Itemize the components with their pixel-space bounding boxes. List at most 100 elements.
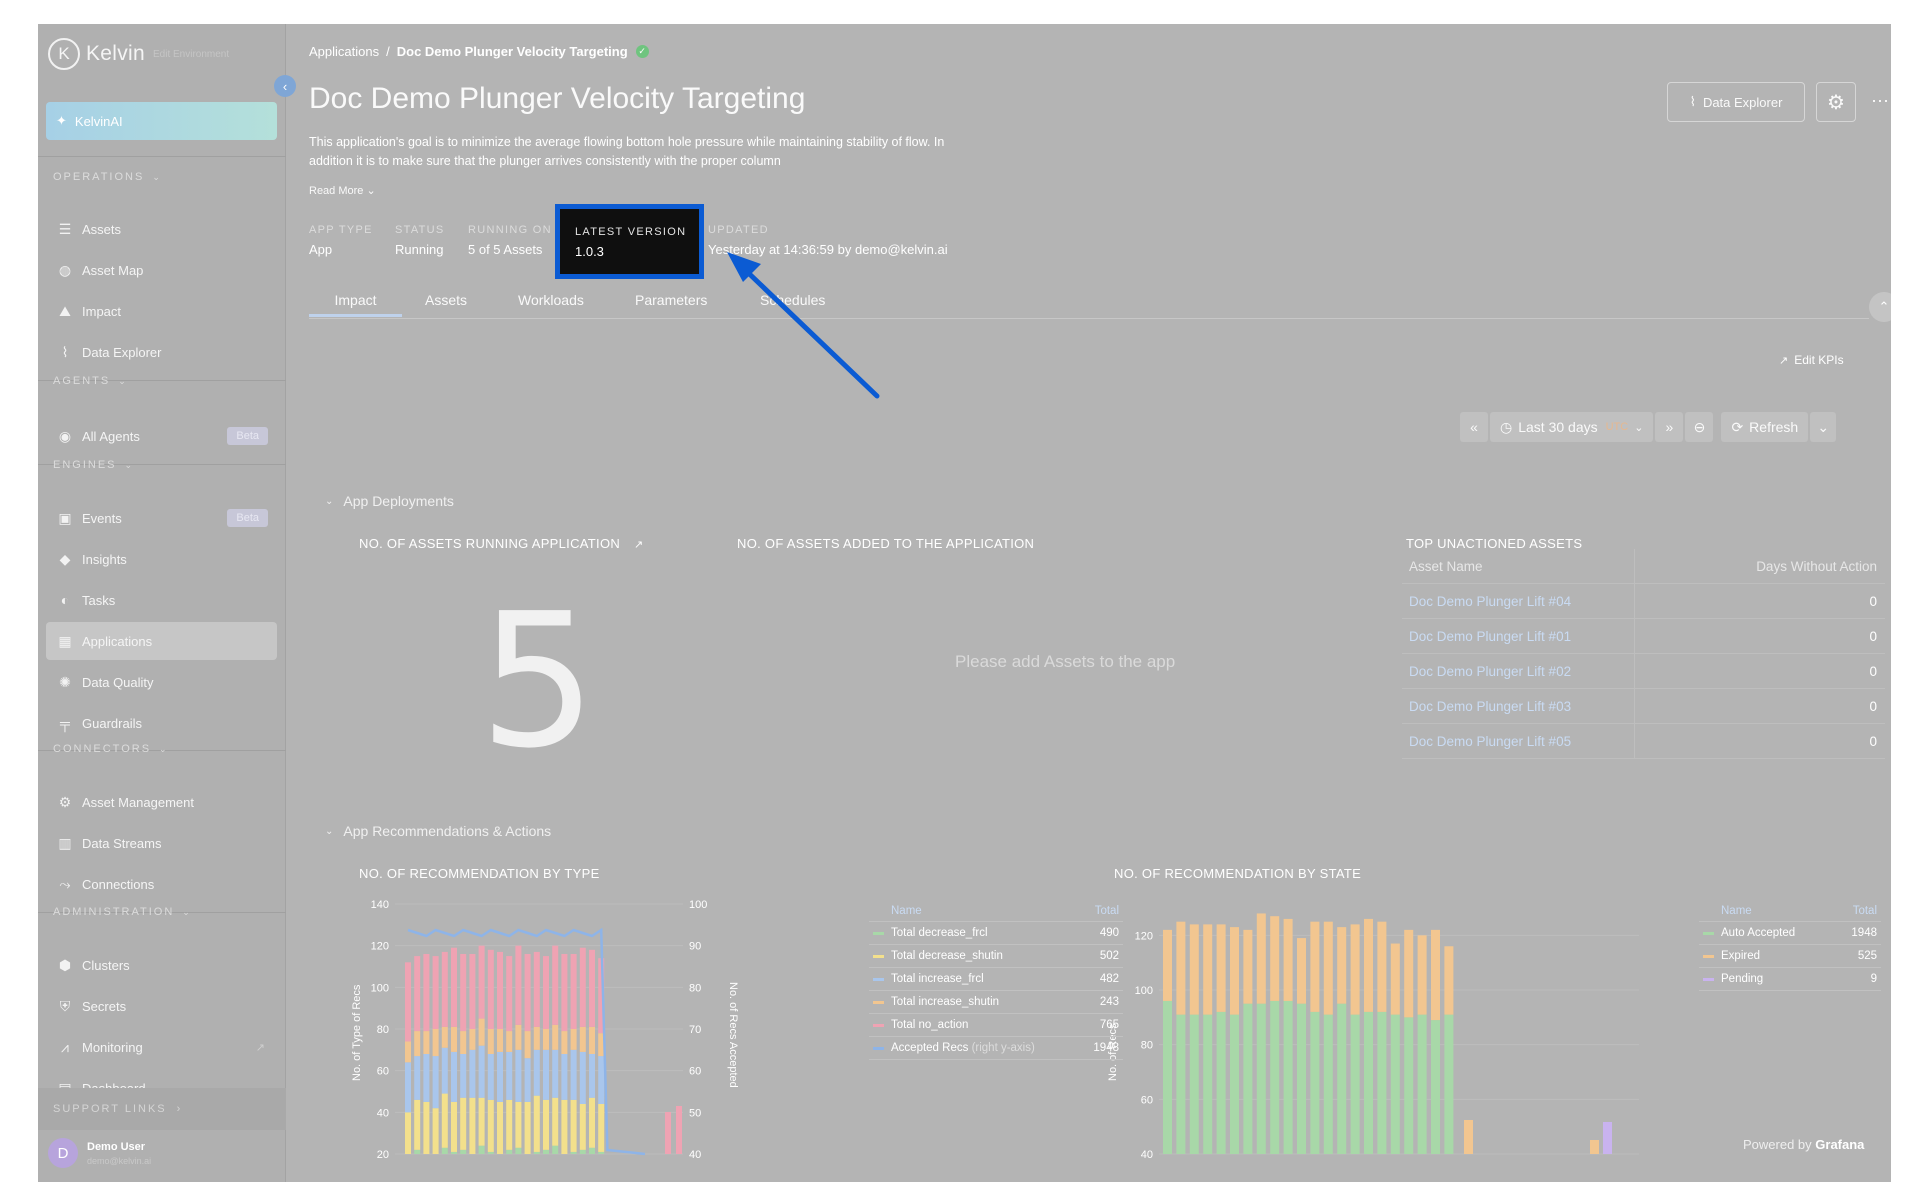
sidebar-item-all-agents[interactable]: ◉ All Agents Beta xyxy=(46,417,277,455)
y-tick-label: 80 xyxy=(1141,1040,1153,1052)
legend-item[interactable]: Total decrease_frcl 490 xyxy=(869,922,1123,945)
tab-workloads[interactable]: Workloads xyxy=(518,292,584,314)
read-more-toggle[interactable]: Read More ⌄ xyxy=(309,184,376,197)
kelvin-logo-icon: K xyxy=(48,38,80,70)
main-content: Applications / Doc Demo Plunger Velocity… xyxy=(309,24,1891,1182)
edit-kpis-button[interactable]: ↗ Edit KPIs xyxy=(1779,353,1844,367)
tab-assets[interactable]: Assets xyxy=(425,292,467,314)
collapse-header-button[interactable]: ⌃ xyxy=(1869,292,1891,322)
sidebar-item-tasks[interactable]: ◐ Tasks xyxy=(46,581,277,619)
section-connectors[interactable]: CONNECTORS ⌄ xyxy=(53,743,167,755)
bar-segment xyxy=(524,1058,531,1102)
refresh-interval-dropdown[interactable]: ⌄ xyxy=(1810,412,1837,442)
sidebar-item-data-streams[interactable]: ▥ Data Streams xyxy=(46,824,277,862)
legend-item[interactable]: Total increase_frcl 482 xyxy=(869,968,1123,991)
shift-back-button[interactable]: « xyxy=(1460,412,1488,442)
bar-segment xyxy=(1310,1011,1320,1154)
sidebar-item-asset-map[interactable]: ◍ Asset Map xyxy=(46,251,277,289)
sidebar-item-secrets[interactable]: ⛨ Secrets xyxy=(46,987,277,1025)
agent-icon: ◉ xyxy=(58,427,72,444)
avatar: D xyxy=(48,1138,78,1168)
sidebar-item-label: Data Streams xyxy=(82,835,162,851)
sidebar-item-monitoring[interactable]: ⩘ Monitoring ↗ xyxy=(46,1028,277,1066)
legend-header-total[interactable]: Total xyxy=(1095,905,1123,917)
panel-title-text: NO. OF ASSETS RUNNING APPLICATION xyxy=(359,536,621,551)
collapse-sidebar-button[interactable]: ‹ xyxy=(274,75,296,97)
sidebar-item-insights[interactable]: ◆ Insights xyxy=(46,540,277,578)
section-label: CONNECTORS xyxy=(53,743,152,755)
refresh-button[interactable]: ⟳ Refresh xyxy=(1721,412,1809,442)
kelvinai-button[interactable]: ✦ KelvinAI xyxy=(46,102,277,140)
legend-item[interactable]: Total decrease_shutin 502 xyxy=(869,945,1123,968)
sidebar-item-applications[interactable]: ▦ Applications xyxy=(46,622,277,660)
bar-segment xyxy=(460,1149,467,1154)
asset-link[interactable]: Doc Demo Plunger Lift #05 xyxy=(1409,734,1571,749)
beta-badge: Beta xyxy=(227,509,268,527)
legend-item[interactable]: Total no_action 765 xyxy=(869,1014,1123,1037)
legend-item[interactable]: Auto Accepted 1948 xyxy=(1699,922,1881,945)
bar-segment xyxy=(506,1149,513,1154)
legend-item[interactable]: Expired 525 xyxy=(1699,945,1881,968)
row-app-deployments[interactable]: ⌄ App Deployments xyxy=(325,493,454,509)
more-options-button[interactable]: ⋯ xyxy=(1869,90,1891,112)
bar-segment xyxy=(441,1147,448,1154)
sidebar-item-data-explorer[interactable]: ⌇ Data Explorer xyxy=(46,333,277,371)
asset-link[interactable]: Doc Demo Plunger Lift #02 xyxy=(1409,664,1571,679)
sidebar-item-data-quality[interactable]: ✺ Data Quality xyxy=(46,663,277,701)
sidebar-item-events[interactable]: ▣ Events Beta xyxy=(46,499,277,537)
sidebar-item-assets[interactable]: ☰ Assets xyxy=(46,210,277,248)
column-header-days[interactable]: Days Without Action xyxy=(1635,559,1885,574)
sidebar-item-asset-management[interactable]: ⚙ Asset Management xyxy=(46,783,277,821)
section-engines[interactable]: ENGINES ⌄ xyxy=(53,459,132,471)
sparkle-icon: ✦ xyxy=(56,113,67,128)
section-administration[interactable]: ADMINISTRATION ⌄ xyxy=(53,906,190,918)
bar-segment xyxy=(515,1049,522,1102)
row-app-recommendations[interactable]: ⌄ App Recommendations & Actions xyxy=(325,823,551,839)
tab-schedules[interactable]: Schedules xyxy=(760,292,825,314)
bar-segment xyxy=(441,1047,448,1094)
support-links[interactable]: SUPPORT LINKS › xyxy=(38,1088,286,1130)
shift-forward-button[interactable]: » xyxy=(1655,412,1684,442)
section-agents[interactable]: AGENTS ⌄ xyxy=(53,375,126,387)
data-explorer-button[interactable]: ⌇ Data Explorer xyxy=(1667,82,1805,122)
asset-link[interactable]: Doc Demo Plunger Lift #04 xyxy=(1409,594,1571,609)
time-range-picker[interactable]: ◷ Last 30 days UTC ⌄ xyxy=(1490,412,1654,442)
legend-item[interactable]: Accepted Recs (right y-axis) 1948 xyxy=(869,1037,1123,1060)
legend-item[interactable]: Total increase_shutin 243 xyxy=(869,991,1123,1014)
sidebar-item-guardrails[interactable]: ╤ Guardrails xyxy=(46,704,277,742)
asset-link[interactable]: Doc Demo Plunger Lift #01 xyxy=(1409,629,1571,644)
settings-button[interactable]: ⚙ xyxy=(1816,82,1856,122)
read-more-label: Read More xyxy=(309,185,364,197)
sidebar-item-connections[interactable]: ⤳ Connections xyxy=(46,865,277,903)
external-link-icon: ↗ xyxy=(255,1041,265,1054)
tab-impact[interactable]: Impact xyxy=(309,292,402,317)
legend-header-name[interactable]: Name xyxy=(1699,905,1853,917)
powered-by-grafana[interactable]: Powered by Grafana xyxy=(1743,1137,1864,1152)
legend-header-total[interactable]: Total xyxy=(1853,905,1881,917)
user-menu[interactable]: D Demo User demo@kelvin.ai xyxy=(48,1138,151,1168)
meta-value: Running xyxy=(395,242,444,257)
chart-recs-by-type[interactable]: 20 40 60 80 100 120 140 40 50 60 70 80 90 100 xyxy=(371,896,707,1158)
bar-segment xyxy=(460,954,467,1032)
bar-chart-icon: ▥ xyxy=(58,834,72,851)
legend-header-name[interactable]: Name xyxy=(869,905,1095,917)
asset-link[interactable]: Doc Demo Plunger Lift #03 xyxy=(1409,699,1571,714)
column-header-asset-name[interactable]: Asset Name xyxy=(1402,548,1635,584)
chart-recs-by-state[interactable]: 40 60 80 100 120 xyxy=(1129,904,1649,1158)
section-label: OPERATIONS xyxy=(53,171,145,183)
kelvin-logo[interactable]: K Kelvin Edit Environment xyxy=(48,38,229,70)
sidebar-item-impact[interactable]: ⛰ Impact xyxy=(46,292,277,330)
section-operations[interactable]: OPERATIONS ⌄ xyxy=(53,171,160,183)
tab-parameters[interactable]: Parameters xyxy=(635,292,707,314)
external-link-icon[interactable]: ↗ xyxy=(634,539,644,551)
zoom-out-button[interactable]: ⊖ xyxy=(1685,412,1714,442)
chevron-down-icon: ⌄ xyxy=(124,459,133,470)
refresh-icon: ⟳ xyxy=(1731,418,1744,435)
zoom-out-icon: ⊖ xyxy=(1693,418,1706,435)
breadcrumb-applications[interactable]: Applications xyxy=(309,44,379,59)
sidebar-item-clusters[interactable]: ⬢ Clusters xyxy=(46,946,277,984)
legend-item[interactable]: Pending 9 xyxy=(1699,968,1881,991)
sidebar-item-label: Asset Management xyxy=(82,794,195,810)
bar-segment xyxy=(1203,1014,1213,1154)
y-tick-label: 120 xyxy=(1135,930,1153,942)
